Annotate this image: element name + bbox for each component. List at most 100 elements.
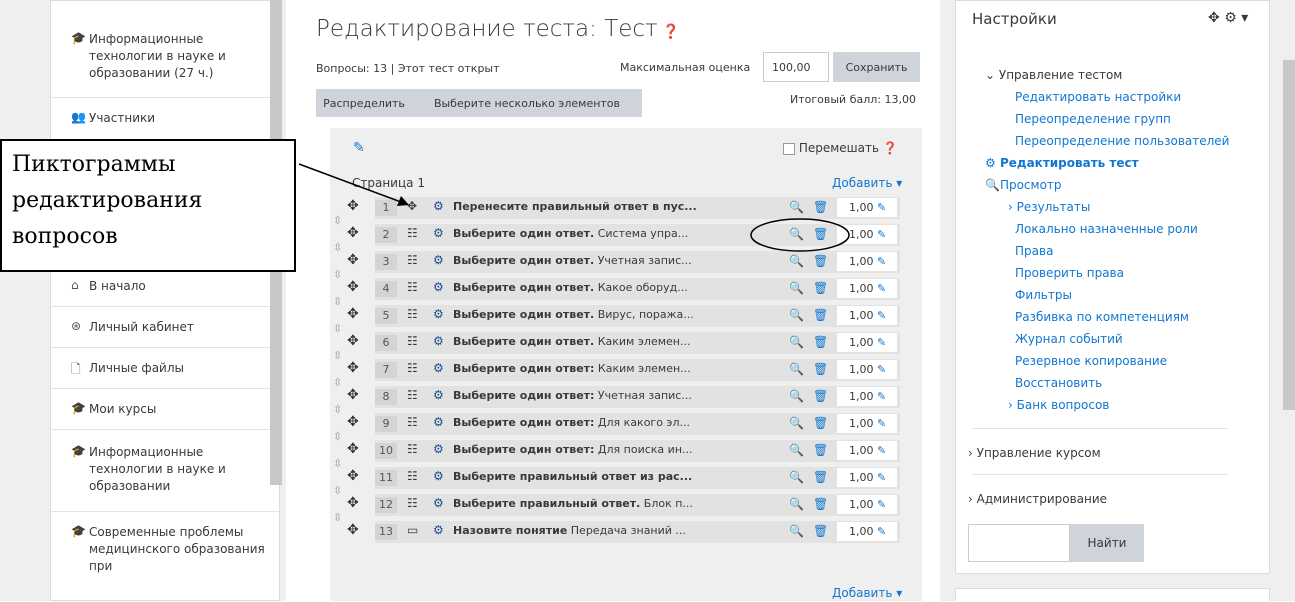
quiz-admin-node[interactable]: ⌄ Управление тестом: [985, 68, 1122, 82]
trash-icon[interactable]: 🗑: [813, 416, 828, 430]
gear-icon[interactable]: ⚙: [433, 415, 444, 429]
trash-icon[interactable]: 🗑: [813, 308, 828, 322]
max-mark-field[interactable]: 1,00 ✎: [837, 468, 897, 487]
save-button[interactable]: Сохранить: [833, 52, 920, 82]
help-icon[interactable]: ❓: [658, 24, 679, 40]
trash-icon[interactable]: 🗑: [813, 470, 828, 484]
trash-icon[interactable]: 🗑: [813, 281, 828, 295]
move-icon[interactable]: ✥: [347, 333, 359, 349]
search-button[interactable]: Найти: [1070, 524, 1144, 562]
max-mark-field[interactable]: 1,00 ✎: [837, 414, 897, 433]
pencil-icon[interactable]: ✎: [877, 471, 886, 484]
move-icon[interactable]: ✥: [347, 495, 359, 511]
node-results[interactable]: › Результаты: [1008, 200, 1090, 214]
pencil-icon[interactable]: ✎: [877, 417, 886, 430]
max-mark-field[interactable]: 1,00 ✎: [837, 306, 897, 325]
gear-icon[interactable]: ⚙: [433, 361, 444, 375]
page-break-icon[interactable]: ⇳: [333, 376, 342, 389]
question-text[interactable]: Выберите один ответ. Вирус, поража...: [453, 308, 713, 321]
preview-icon[interactable]: 🔍: [789, 281, 804, 295]
preview-icon[interactable]: 🔍: [789, 416, 804, 430]
move-icon[interactable]: ✥: [347, 279, 359, 295]
gear-icon[interactable]: ⚙: [433, 523, 444, 537]
block-controls[interactable]: ✥ ⚙ ▾: [1208, 10, 1248, 26]
question-text[interactable]: Выберите правильный ответ. Блок п...: [453, 497, 713, 510]
question-text[interactable]: Перенесите правильный ответ в пус...: [453, 200, 713, 213]
max-mark-field[interactable]: 1,00 ✎: [837, 252, 897, 271]
question-text[interactable]: Выберите один ответ: Учетная запис...: [453, 389, 713, 402]
nav-item-participants[interactable]: 👥 Участники: [51, 98, 279, 140]
node-question-bank[interactable]: › Банк вопросов: [1008, 398, 1109, 412]
question-text[interactable]: Выберите правильный ответ из рас...: [453, 470, 713, 483]
nav-item-my-courses[interactable]: 🎓 Мои курсы: [51, 389, 279, 430]
pencil-icon[interactable]: ✎: [877, 309, 886, 322]
link-logs[interactable]: Журнал событий: [1015, 332, 1123, 346]
max-mark-field[interactable]: 1,00 ✎: [837, 333, 897, 352]
preview-icon[interactable]: 🔍: [789, 308, 804, 322]
max-mark-field[interactable]: 1,00 ✎: [837, 198, 897, 217]
move-icon[interactable]: ✥: [347, 387, 359, 403]
question-text[interactable]: Назовите понятие Передача знаний ...: [453, 524, 713, 537]
question-text[interactable]: Выберите один ответ: Для поиска ин...: [453, 443, 713, 456]
link-filters[interactable]: Фильтры: [1015, 288, 1072, 302]
trash-icon[interactable]: 🗑: [813, 524, 828, 538]
preview-icon[interactable]: 🔍: [789, 443, 804, 457]
max-mark-field[interactable]: 1,00 ✎: [837, 495, 897, 514]
preview-icon[interactable]: 🔍: [789, 362, 804, 376]
move-icon[interactable]: ✥: [347, 360, 359, 376]
pencil-icon[interactable]: ✎: [877, 228, 886, 241]
page-break-icon[interactable]: ⇳: [333, 295, 342, 308]
pencil-icon[interactable]: ✎: [877, 282, 886, 295]
move-icon[interactable]: ✥: [347, 468, 359, 484]
link-edit-quiz[interactable]: ⚙ Редактировать тест: [985, 156, 1139, 170]
page-break-icon[interactable]: ⇳: [333, 322, 342, 335]
link-backup[interactable]: Резервное копирование: [1015, 354, 1167, 368]
question-text[interactable]: Выберите один ответ: Каким элемен...: [453, 362, 713, 375]
page-break-icon[interactable]: ⇳: [333, 430, 342, 443]
link-edit-settings[interactable]: Редактировать настройки: [1015, 90, 1181, 104]
chevron-down-icon[interactable]: ▾: [1241, 10, 1248, 26]
nav-item-dashboard[interactable]: ⊛ Личный кабинет: [51, 307, 279, 348]
trash-icon[interactable]: 🗑: [813, 335, 828, 349]
link-group-overrides[interactable]: Переопределение групп: [1015, 112, 1171, 126]
node-site-admin[interactable]: › Администрирование: [968, 492, 1107, 506]
pencil-icon[interactable]: ✎: [877, 525, 886, 538]
add-menu-bottom[interactable]: Добавить ▾: [832, 586, 902, 600]
shuffle-option[interactable]: Перемешать ❓: [783, 141, 898, 155]
page-break-icon[interactable]: ⇳: [333, 268, 342, 281]
trash-icon[interactable]: 🗑: [813, 362, 828, 376]
link-restore[interactable]: Восстановить: [1015, 376, 1102, 390]
add-menu-top[interactable]: Добавить ▾: [832, 176, 902, 190]
page-break-icon[interactable]: ⇳: [333, 403, 342, 416]
move-icon[interactable]: ✥: [1208, 10, 1220, 26]
nav-item-course-2[interactable]: 🎓 Информационные технологии в науке и об…: [51, 430, 279, 512]
preview-icon[interactable]: 🔍: [789, 254, 804, 268]
page-break-icon[interactable]: ⇳: [333, 241, 342, 254]
link-local-roles[interactable]: Локально назначенные роли: [1015, 222, 1198, 236]
move-icon[interactable]: ✥: [347, 522, 359, 538]
page-break-icon[interactable]: ⇳: [333, 214, 342, 227]
node-course-admin[interactable]: › Управление курсом: [968, 446, 1101, 460]
question-text[interactable]: Выберите один ответ: Для какого эл...: [453, 416, 713, 429]
pencil-icon[interactable]: ✎: [877, 201, 886, 214]
trash-icon[interactable]: 🗑: [813, 200, 828, 214]
select-multiple-button[interactable]: Выберите несколько элементов: [412, 89, 642, 117]
move-icon[interactable]: ✥: [347, 225, 359, 241]
move-icon[interactable]: ✥: [347, 414, 359, 430]
gear-icon[interactable]: ⚙: [433, 307, 444, 321]
gear-icon[interactable]: ⚙: [433, 469, 444, 483]
move-icon[interactable]: ✥: [347, 441, 359, 457]
preview-icon[interactable]: 🔍: [789, 200, 804, 214]
pencil-icon[interactable]: ✎: [877, 363, 886, 376]
page-scrollbar[interactable]: [1283, 60, 1295, 410]
page-break-icon[interactable]: ⇳: [333, 457, 342, 470]
help-icon[interactable]: ❓: [883, 141, 898, 155]
preview-icon[interactable]: 🔍: [789, 470, 804, 484]
trash-icon[interactable]: 🗑: [813, 443, 828, 457]
preview-icon[interactable]: 🔍: [789, 524, 804, 538]
max-mark-field[interactable]: 1,00 ✎: [837, 387, 897, 406]
gear-icon[interactable]: ⚙: [433, 388, 444, 402]
repaginate-button[interactable]: Распределить: [316, 89, 412, 117]
question-text[interactable]: Выберите один ответ. Какое оборуд...: [453, 281, 713, 294]
gear-icon[interactable]: ⚙: [433, 253, 444, 267]
